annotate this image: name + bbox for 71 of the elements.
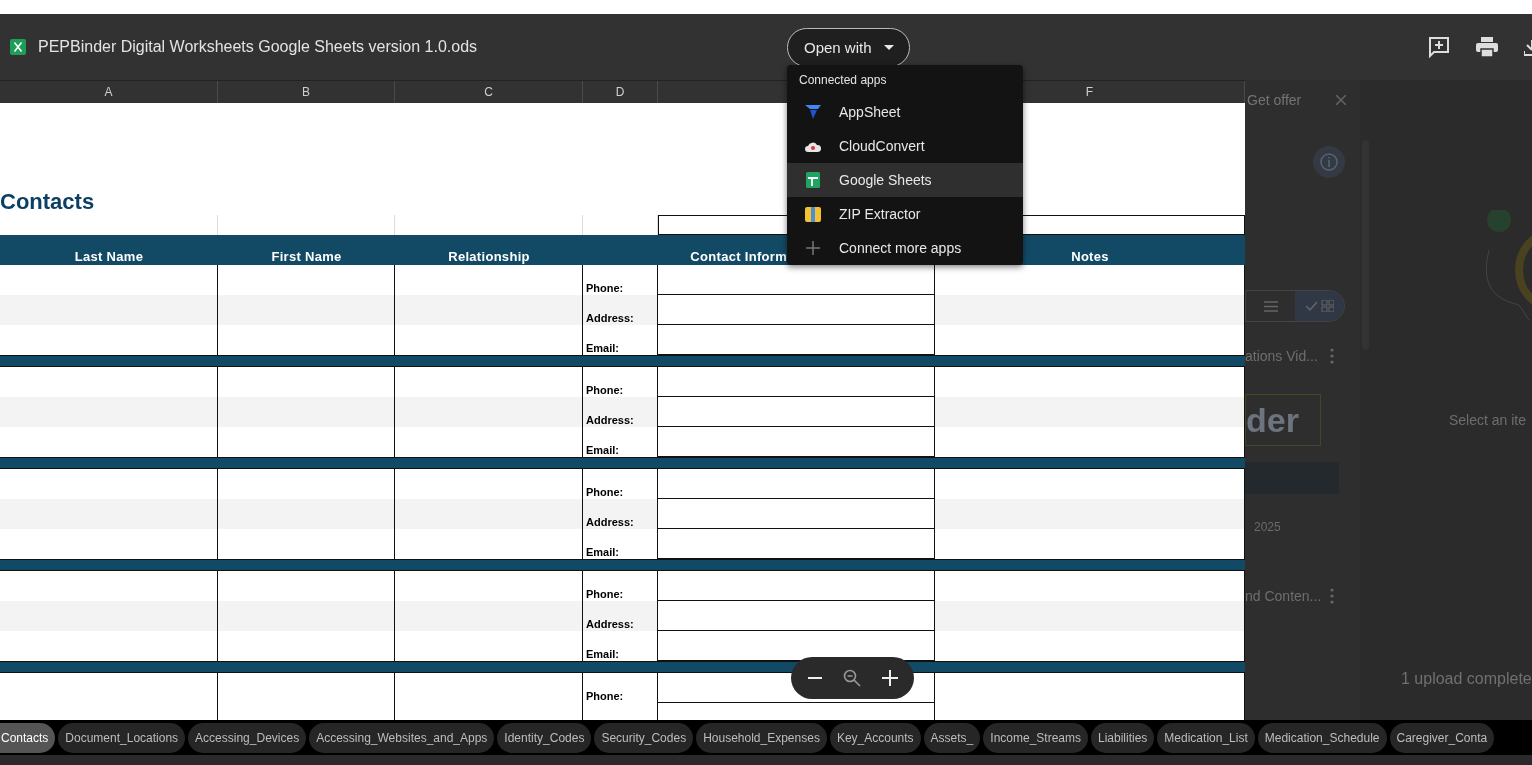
field-label: Address: bbox=[586, 618, 634, 630]
card-title: ations Vid... bbox=[1245, 348, 1318, 364]
caret-icon bbox=[883, 44, 894, 50]
sheet-tab[interactable]: Document_Locations bbox=[58, 722, 186, 753]
offer-text: Get offer bbox=[1247, 92, 1302, 108]
field-label: Email: bbox=[586, 546, 619, 558]
empty-state-text: Select an ite bbox=[1449, 412, 1527, 428]
sheet-tab[interactable]: Medication_Schedule bbox=[1257, 722, 1387, 753]
field-label: Phone: bbox=[586, 282, 624, 294]
column-header[interactable]: B bbox=[302, 85, 310, 99]
sheet-tab[interactable]: Accessing_Devices bbox=[188, 722, 307, 753]
cloud-icon bbox=[805, 140, 821, 152]
menu-item[interactable]: Connect more apps bbox=[787, 231, 1023, 265]
print-icon[interactable] bbox=[1476, 37, 1498, 57]
table-header: Last Name bbox=[74, 249, 144, 264]
column-header[interactable]: F bbox=[1085, 85, 1094, 99]
zoom-reset-icon[interactable] bbox=[842, 669, 861, 687]
card-title: nd Conten... bbox=[1245, 588, 1322, 604]
sheet-tab[interactable]: Contacts bbox=[0, 722, 56, 753]
table-header: First Name bbox=[271, 249, 342, 264]
sheet-tab[interactable]: Security_Codes bbox=[594, 722, 694, 753]
sheets-icon bbox=[806, 172, 820, 188]
list-icon bbox=[1263, 300, 1278, 312]
column-header[interactable]: A bbox=[104, 85, 113, 99]
more-icon bbox=[1330, 588, 1334, 604]
sheet-tab[interactable]: Identity_Codes bbox=[497, 722, 592, 753]
more-icon bbox=[1330, 348, 1334, 364]
field-label: Phone: bbox=[586, 384, 624, 396]
field-label: Address: bbox=[586, 312, 634, 324]
sheet-tab[interactable]: Medication_List bbox=[1157, 722, 1255, 753]
sheet-tab[interactable]: Assets_ bbox=[923, 722, 981, 753]
field-label: Phone: bbox=[586, 486, 624, 498]
field-label: Address: bbox=[586, 414, 634, 426]
table-header: Notes bbox=[1071, 249, 1109, 264]
zoom-in-icon[interactable] bbox=[881, 670, 898, 686]
table-header: Contact Inform bbox=[690, 249, 787, 264]
download-icon[interactable] bbox=[1524, 37, 1532, 57]
sheet-tab[interactable]: Key_Accounts bbox=[829, 722, 921, 753]
menu-item[interactable]: Google Sheets bbox=[787, 163, 1023, 197]
zip-folder-icon bbox=[805, 206, 821, 222]
add-comment-icon[interactable] bbox=[1428, 36, 1450, 58]
plus-icon bbox=[806, 241, 820, 255]
file-title: PEPBinder Digital Worksheets Google Sheets version 1.0.ods bbox=[38, 38, 478, 56]
info-icon bbox=[1313, 146, 1345, 178]
open-with-button[interactable]: Open with bbox=[787, 27, 910, 67]
card-date: 2025 bbox=[1253, 520, 1282, 534]
triangle-logo-icon bbox=[805, 105, 821, 119]
column-header[interactable]: D bbox=[615, 85, 625, 99]
upload-status: 1 upload complete bbox=[1401, 670, 1532, 688]
table-header: Relationship bbox=[448, 249, 530, 264]
field-label: Email: bbox=[586, 444, 619, 456]
sheet-tab[interactable]: Caregiver_Conta bbox=[1389, 722, 1495, 753]
checked-grid-icon bbox=[1305, 300, 1334, 312]
sheet-tab[interactable]: Household_Expenses bbox=[696, 722, 827, 753]
sheet-tab[interactable]: Accessing_Websites_and_Apps bbox=[309, 722, 495, 753]
menu-item[interactable]: AppSheet bbox=[787, 95, 1023, 129]
sheet-tab[interactable]: Income_Streams bbox=[983, 722, 1088, 753]
column-header[interactable]: C bbox=[484, 85, 493, 99]
field-label: Phone: bbox=[586, 690, 624, 702]
close-icon bbox=[1336, 95, 1346, 105]
sheet-title: Contacts bbox=[0, 189, 95, 215]
field-label: Address: bbox=[586, 516, 634, 528]
sheet-tab[interactable]: Liabilities bbox=[1091, 722, 1155, 753]
menu-item[interactable]: CloudConvert bbox=[787, 129, 1023, 163]
logo-text: der bbox=[1245, 394, 1321, 446]
field-label: Email: bbox=[586, 342, 619, 354]
field-label: Email: bbox=[586, 648, 619, 660]
menu-heading: Connected apps bbox=[798, 73, 888, 89]
field-label: Phone: bbox=[586, 588, 624, 600]
menu-item[interactable]: ZIP Extractor bbox=[787, 197, 1023, 231]
spreadsheet-file-icon bbox=[10, 39, 26, 55]
